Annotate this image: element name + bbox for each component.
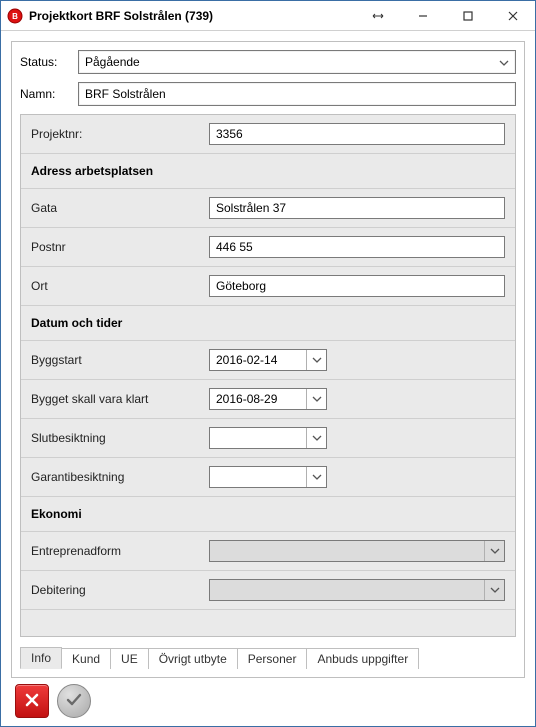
deb-label: Debitering (21, 571, 199, 610)
slutb-label: Slutbesiktning (21, 419, 199, 458)
client-area: Status: Pågående Namn: BRF Solstrålen (1, 31, 535, 726)
postnr-label: Postnr (21, 228, 199, 267)
chevron-down-icon (484, 580, 504, 600)
deb-select[interactable] (209, 579, 505, 601)
name-input[interactable]: BRF Solstrålen (78, 82, 516, 106)
tab-kund[interactable]: Kund (61, 648, 111, 669)
ort-value: Göteborg (216, 279, 266, 293)
ekonomi-header: Ekonomi (21, 497, 515, 532)
byggstart-row: Byggstart 2016-02-14 (21, 341, 515, 380)
entre-select[interactable] (209, 540, 505, 562)
garanti-datepicker[interactable] (209, 466, 327, 488)
klart-row: Bygget skall vara klart 2016-08-29 (21, 380, 515, 419)
byggstart-datepicker[interactable]: 2016-02-14 (209, 349, 327, 371)
tab-info[interactable]: Info (20, 647, 62, 669)
tab-anbud[interactable]: Anbuds uppgifter (306, 648, 419, 669)
tab-personer[interactable]: Personer (237, 648, 308, 669)
ort-input[interactable]: Göteborg (209, 275, 505, 297)
deb-row: Debitering (21, 571, 515, 610)
resize-horizontal-button[interactable] (355, 1, 400, 30)
projektnr-value: 3356 (216, 127, 243, 141)
slutb-datepicker[interactable] (209, 427, 327, 449)
tab-strip: Info Kund UE Övrigt utbyte Personer Anbu… (20, 647, 516, 669)
close-window-button[interactable] (490, 1, 535, 30)
window-title: Projektkort BRF Solstrålen (739) (29, 9, 355, 23)
byggstart-value: 2016-02-14 (216, 353, 277, 367)
chevron-down-icon (306, 389, 326, 409)
klart-label: Bygget skall vara klart (21, 380, 199, 419)
gata-row: Gata Solstrålen 37 (21, 189, 515, 228)
postnr-row: Postnr 446 55 (21, 228, 515, 267)
tab-ue[interactable]: UE (110, 648, 149, 669)
form-grid: Projektnr: 3356 Adress arbetsplatsen Gat… (20, 114, 516, 637)
minimize-button[interactable] (400, 1, 445, 30)
outer-panel: Status: Pågående Namn: BRF Solstrålen (11, 41, 525, 678)
window-buttons (355, 1, 535, 30)
chevron-down-icon (484, 541, 504, 561)
gata-value: Solstrålen 37 (216, 201, 286, 215)
name-value: BRF Solstrålen (85, 87, 166, 101)
chevron-down-icon (306, 428, 326, 448)
ort-row: Ort Göteborg (21, 267, 515, 306)
titlebar: B Projektkort BRF Solstrålen (739) (1, 1, 535, 31)
svg-text:B: B (12, 12, 18, 21)
projektnr-input[interactable]: 3356 (209, 123, 505, 145)
projektnr-row: Projektnr: 3356 (21, 115, 515, 154)
ort-label: Ort (21, 267, 199, 306)
datum-header: Datum och tider (21, 306, 515, 341)
name-row: Namn: BRF Solstrålen (20, 82, 516, 106)
name-label: Namn: (20, 87, 68, 101)
klart-value: 2016-08-29 (216, 392, 277, 406)
entre-row: Entreprenadform (21, 532, 515, 571)
chevron-down-icon (306, 467, 326, 487)
status-value: Pågående (85, 55, 140, 69)
byggstart-label: Byggstart (21, 341, 199, 380)
cancel-button[interactable] (15, 684, 49, 718)
garanti-label: Garantibesiktning (21, 458, 199, 497)
postnr-value: 446 55 (216, 240, 253, 254)
adress-header: Adress arbetsplatsen (21, 154, 515, 189)
gata-label: Gata (21, 189, 199, 228)
projektnr-label: Projektnr: (21, 115, 199, 154)
status-row: Status: Pågående (20, 50, 516, 74)
status-select[interactable]: Pågående (78, 50, 516, 74)
app-window: B Projektkort BRF Solstrålen (739) Statu… (0, 0, 536, 727)
postnr-input[interactable]: 446 55 (209, 236, 505, 258)
status-label: Status: (20, 55, 68, 69)
close-icon (23, 691, 41, 712)
klart-datepicker[interactable]: 2016-08-29 (209, 388, 327, 410)
app-icon: B (7, 8, 23, 24)
chevron-down-icon (499, 55, 509, 69)
check-icon (65, 691, 83, 712)
entre-label: Entreprenadform (21, 532, 199, 571)
slutb-row: Slutbesiktning (21, 419, 515, 458)
tab-ovrigt[interactable]: Övrigt utbyte (148, 648, 238, 669)
chevron-down-icon (306, 350, 326, 370)
garanti-row: Garantibesiktning (21, 458, 515, 497)
footer-bar (11, 678, 525, 720)
confirm-button[interactable] (57, 684, 91, 718)
maximize-button[interactable] (445, 1, 490, 30)
gata-input[interactable]: Solstrålen 37 (209, 197, 505, 219)
